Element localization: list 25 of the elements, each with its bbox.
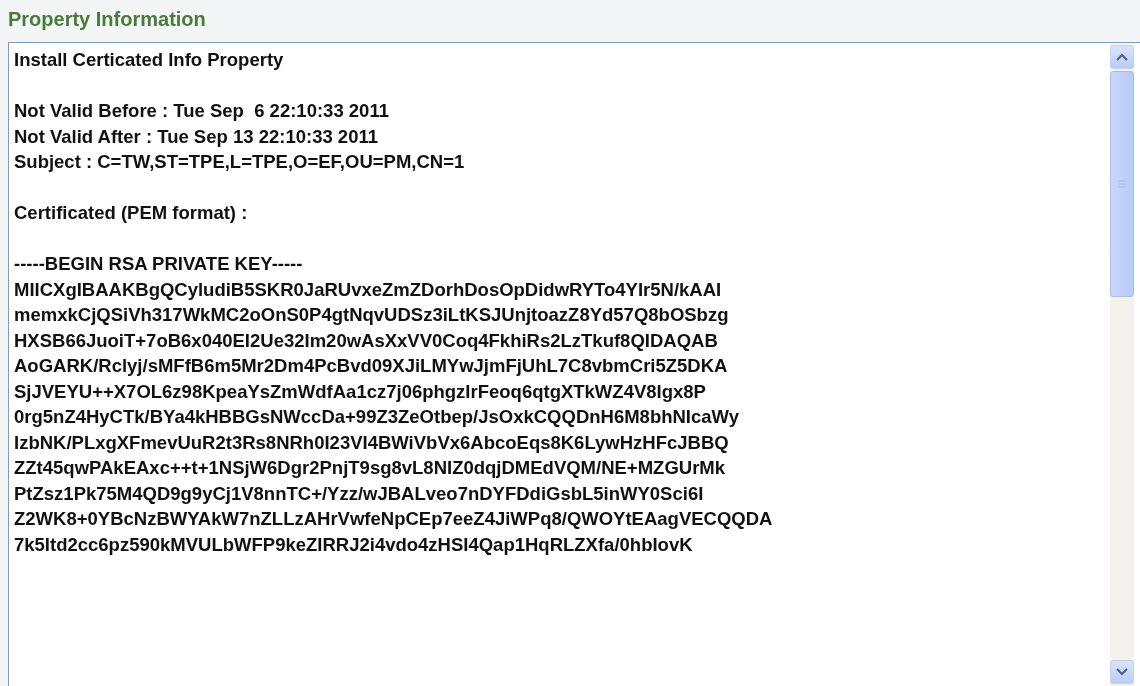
text-line: 7k5Itd2cc6pz590kMVULbWFP9keZIRRJ2i4vdo4zHSI4Qap1HqRLZXfa/0hbIovK xyxy=(14,532,694,557)
text-line: SjJVEYU++X7OL6z98KpeaYsZmWdfAa1cz7j06phgzIrFeoq6qtgXTkWZ4V8Igx8P xyxy=(14,379,707,404)
text-line: Install Certicated Info Property xyxy=(14,48,285,72)
text-line: Not Valid After : Tue Sep 13 22:10:33 2011 xyxy=(14,124,379,149)
text-line: Certificated (PEM format) : xyxy=(14,201,249,225)
text-line: MIICXgIBAAKBgQCyludiB5SKR0JaRUvxeZmZDorhDosOpDidwRYTo4YIr5N/kAAI xyxy=(14,277,723,302)
text-line: ZZt45qwPAkEAxc++t+1NSjW6Dgr2PnjT9sg8vL8NIZ0dqjDMEdVQM/NE+MZGUrMk xyxy=(14,456,727,480)
scrollbar[interactable] xyxy=(1110,43,1134,686)
text-line: memxkCjQSiVh317WkMC2oOnS0P4gtNqvUDSz3iLtKSJUnjtoazZ8Yd57Q8bOSbzg xyxy=(14,303,730,327)
text-line: HXSB66JuoiT+7oB6x040EI2Ue32Im20wAsXxVV0Coq4FkhiRs2LzTkuf8QIDAQAB xyxy=(14,328,719,353)
text-area[interactable] xyxy=(8,42,1140,686)
scroll-thumb[interactable] xyxy=(1110,71,1134,297)
text-line: Z2WK8+0YBcNzBWYAkW7nZLLzAHrVwfeNpCEp7eeZ4JiWPq8/QWOYtEAagVECQQDA xyxy=(14,507,774,531)
text-line: Not Valid Before : Tue Sep 6 22:10:33 2011 xyxy=(14,99,390,123)
text-line: 0rg5nZ4HyCTk/BYa4kHBBGsNWccDa+99Z3ZeOtbep/JsOxkCQQDnH6M8bhNIcaWy xyxy=(14,405,740,429)
text-line: PtZsz1Pk75M4QD9g9yCj1V8nnTC+/Yzz/wJBALveo7nDYFDdiGsbL5inWY0Sci6I xyxy=(14,481,705,506)
text-line: AoGARK/Rclyj/sMFfB6m5Mr2Dm4PcBvd09XJiLMYwJjmFjUhL7C8vbmCri5Z5DKA xyxy=(14,354,729,378)
caret-up-icon xyxy=(1116,53,1128,61)
caret-down-icon xyxy=(1116,668,1128,676)
section-title: Property Information xyxy=(8,7,207,32)
scroll-up-button[interactable] xyxy=(1110,45,1134,69)
text-line: Subject : C=TW,ST=TPE,L=TPE,O=EF,OU=PM,CN=1 xyxy=(14,150,466,174)
text-line: -----BEGIN RSA PRIVATE KEY----- xyxy=(14,252,304,276)
text-line: IzbNK/PLxgXFmevUuR2t3Rs8NRh0I23VI4BWiVbVx6AbcoEqs8K6LywHzHFcJBBQ xyxy=(14,430,730,455)
scroll-down-button[interactable] xyxy=(1110,660,1134,684)
